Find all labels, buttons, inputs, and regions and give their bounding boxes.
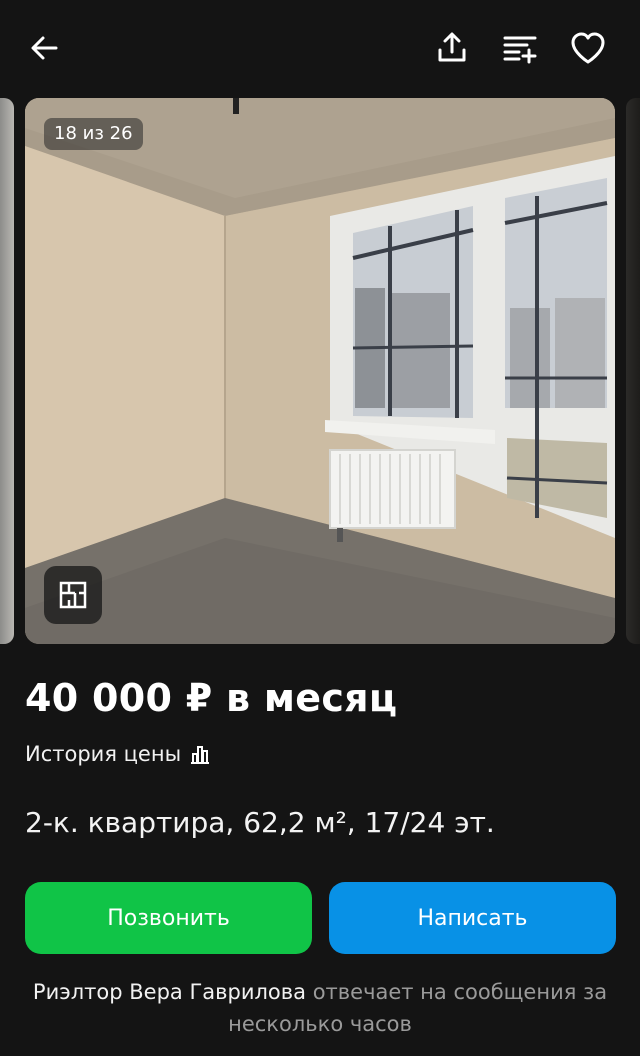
price-history-label: История цены: [25, 742, 182, 766]
next-photo-peek[interactable]: [626, 98, 640, 644]
write-button[interactable]: Написать: [329, 882, 616, 954]
realtor-name[interactable]: Риэлтор Вера Гаврилова: [33, 980, 306, 1004]
listing-title: 2-к. квартира, 62,2 м², 17/24 эт.: [25, 806, 495, 839]
listing-price: 40 000 ₽ в месяц: [25, 676, 398, 720]
share-icon[interactable]: [432, 28, 472, 68]
photo-gallery[interactable]: 18 из 26: [0, 98, 640, 646]
chart-icon: [191, 746, 210, 764]
floorplan-icon: [59, 581, 87, 609]
price-history-link[interactable]: История цены: [25, 742, 211, 766]
call-button[interactable]: Позвонить: [25, 882, 312, 954]
heart-icon[interactable]: [568, 28, 608, 68]
photo-counter: 18 из 26: [44, 118, 143, 150]
compare-icon[interactable]: [500, 28, 540, 68]
realtor-info: Риэлтор Вера Гаврилова отвечает на сообщ…: [0, 976, 640, 1040]
listing-photo[interactable]: [25, 98, 615, 644]
top-bar: [0, 0, 640, 98]
floorplan-button[interactable]: [44, 566, 102, 624]
back-arrow-icon[interactable]: [24, 28, 64, 68]
previous-photo-peek[interactable]: [0, 98, 14, 644]
